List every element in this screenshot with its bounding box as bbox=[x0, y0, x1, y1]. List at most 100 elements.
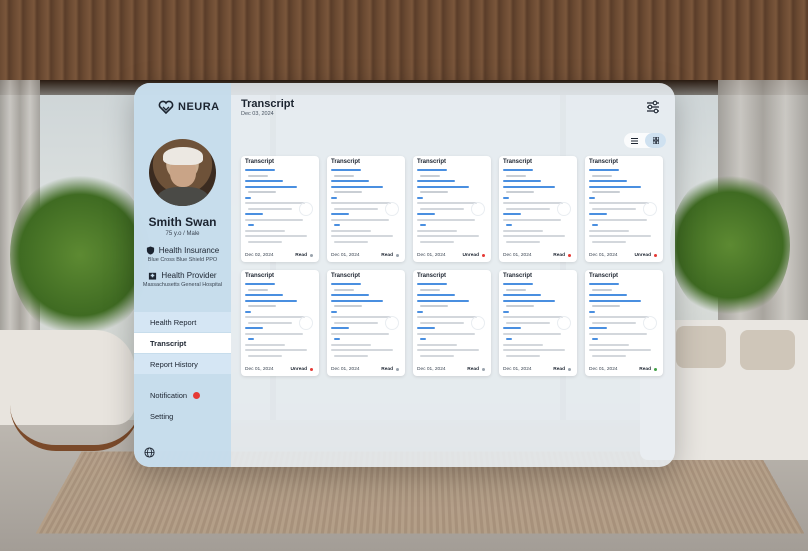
provider-info: Health Provider Massachusetts General Ho… bbox=[134, 271, 231, 288]
nav-report-history[interactable]: Report History bbox=[134, 354, 231, 374]
card-date: Dec 01, 2024 bbox=[589, 253, 618, 258]
card-status: Read bbox=[553, 253, 571, 258]
status-text: Read bbox=[467, 367, 479, 372]
transcript-card[interactable]: Transcript Dec 01, 2024 Read bbox=[499, 270, 577, 376]
card-status: Read bbox=[553, 367, 571, 372]
watermark-icon bbox=[471, 316, 485, 330]
transcript-card[interactable]: Transcript Dec 02, 2024 Read bbox=[241, 156, 319, 262]
hospital-icon bbox=[148, 271, 157, 280]
card-title: Transcript bbox=[417, 159, 446, 165]
card-date: Dec 02, 2024 bbox=[245, 253, 274, 258]
card-date: Dec 01, 2024 bbox=[589, 367, 618, 372]
provider-label: Health Provider bbox=[161, 271, 216, 280]
transcript-card[interactable]: Transcript Dec 01, 2024 Read bbox=[499, 156, 577, 262]
card-title: Transcript bbox=[245, 159, 274, 165]
status-text: Unread bbox=[634, 253, 651, 258]
watermark-icon bbox=[299, 316, 313, 330]
provider-value: Massachusetts General Hospital bbox=[134, 282, 231, 288]
transcript-card[interactable]: Transcript Dec 01, 2024 Read bbox=[327, 270, 405, 376]
card-date: Dec 01, 2024 bbox=[503, 367, 532, 372]
insurance-info: Health Insurance Blue Cross Blue Shield … bbox=[134, 246, 231, 263]
plant-right bbox=[670, 170, 790, 320]
plant-left bbox=[10, 170, 150, 340]
grid-icon bbox=[653, 137, 659, 144]
sliders-icon[interactable] bbox=[645, 99, 661, 115]
nav-notification[interactable]: Notification bbox=[134, 385, 231, 405]
nav-label: Transcript bbox=[150, 339, 186, 348]
card-title: Transcript bbox=[245, 273, 274, 279]
status-dot bbox=[482, 254, 485, 257]
watermark-icon bbox=[643, 316, 657, 330]
status-dot bbox=[482, 368, 485, 371]
card-status: Read bbox=[295, 253, 313, 258]
card-status: Unread bbox=[290, 367, 313, 372]
brand-logo[interactable]: NEURA bbox=[158, 99, 220, 115]
transcript-card[interactable]: Transcript Dec 01, 2024 Unread bbox=[413, 156, 491, 262]
status-dot bbox=[310, 254, 313, 257]
status-dot bbox=[654, 254, 657, 257]
card-title: Transcript bbox=[503, 159, 532, 165]
watermark-icon bbox=[385, 316, 399, 330]
card-date: Dec 01, 2024 bbox=[503, 253, 532, 258]
card-status: Read bbox=[639, 367, 657, 372]
watermark-icon bbox=[299, 202, 313, 216]
insurance-value: Blue Cross Blue Shield PPO bbox=[134, 257, 231, 263]
brand-name: NEURA bbox=[178, 101, 220, 113]
card-status: Unread bbox=[462, 253, 485, 258]
status-text: Read bbox=[381, 253, 393, 258]
card-title: Transcript bbox=[417, 273, 446, 279]
transcript-card[interactable]: Transcript Dec 01, 2024 Unread bbox=[241, 270, 319, 376]
status-text: Read bbox=[553, 253, 565, 258]
status-dot bbox=[396, 254, 399, 257]
card-title: Transcript bbox=[589, 159, 618, 165]
status-dot bbox=[654, 368, 657, 371]
card-status: Unread bbox=[634, 253, 657, 258]
notification-badge bbox=[193, 392, 200, 399]
status-text: Read bbox=[295, 253, 307, 258]
nav-label: Setting bbox=[150, 412, 173, 421]
heart-logo-icon bbox=[158, 99, 174, 115]
card-date: Dec 01, 2024 bbox=[331, 253, 360, 258]
card-title: Transcript bbox=[331, 159, 360, 165]
nav-transcript[interactable]: Transcript bbox=[134, 333, 231, 353]
list-icon bbox=[631, 138, 638, 144]
card-date: Dec 01, 2024 bbox=[417, 253, 446, 258]
card-date: Dec 01, 2024 bbox=[331, 367, 360, 372]
card-date: Dec 01, 2024 bbox=[417, 367, 446, 372]
page-date: Dec 03, 2024 bbox=[241, 111, 274, 117]
nav-label: Report History bbox=[150, 360, 198, 369]
watermark-icon bbox=[385, 202, 399, 216]
status-text: Read bbox=[553, 367, 565, 372]
card-status: Read bbox=[467, 367, 485, 372]
globe-icon[interactable] bbox=[144, 447, 155, 458]
status-text: Unread bbox=[462, 253, 479, 258]
watermark-icon bbox=[557, 202, 571, 216]
watermark-icon bbox=[471, 202, 485, 216]
shield-icon bbox=[146, 246, 155, 255]
transcript-card[interactable]: Transcript Dec 01, 2024 Read bbox=[327, 156, 405, 262]
transcript-card[interactable]: Transcript Dec 01, 2024 Read bbox=[413, 270, 491, 376]
nav-health-report[interactable]: Health Report bbox=[134, 312, 231, 332]
transcript-card[interactable]: Transcript Dec 01, 2024 Unread bbox=[585, 156, 663, 262]
main-content: Transcript Dec 03, 2024 Transcript Dec 0… bbox=[231, 83, 675, 467]
status-dot bbox=[568, 254, 571, 257]
card-status: Read bbox=[381, 253, 399, 258]
card-status: Read bbox=[381, 367, 399, 372]
avatar bbox=[149, 139, 216, 206]
list-view-button[interactable] bbox=[624, 133, 645, 148]
nav-setting[interactable]: Setting bbox=[134, 406, 231, 426]
app-window: NEURA Smith Swan 75 y.o / Male Health In… bbox=[134, 83, 675, 467]
status-dot bbox=[396, 368, 399, 371]
grid-view-button[interactable] bbox=[645, 133, 666, 148]
page-title: Transcript bbox=[241, 98, 294, 110]
status-dot bbox=[310, 368, 313, 371]
transcript-card[interactable]: Transcript Dec 01, 2024 Read bbox=[585, 270, 663, 376]
card-title: Transcript bbox=[589, 273, 618, 279]
insurance-label: Health Insurance bbox=[159, 246, 219, 255]
nav-label: Notification bbox=[150, 391, 187, 400]
view-toggle bbox=[624, 133, 666, 148]
patient-name: Smith Swan bbox=[134, 215, 231, 229]
watermark-icon bbox=[557, 316, 571, 330]
status-dot bbox=[568, 368, 571, 371]
card-title: Transcript bbox=[503, 273, 532, 279]
